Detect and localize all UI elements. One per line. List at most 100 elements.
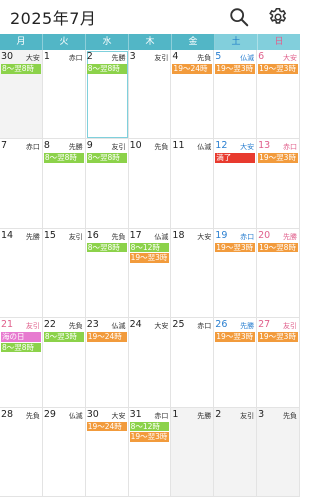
day-number: 3 <box>129 51 136 62</box>
event-chip[interactable]: 8～翌3時 <box>43 332 84 342</box>
event-chip[interactable]: 8～12時 <box>129 242 170 253</box>
day-cell[interactable]: 17 仏滅 8～12時 19～翌3時 <box>128 228 172 319</box>
day-cell[interactable]: 28 先負 <box>0 407 43 497</box>
day-cell[interactable]: 30 大安 19～24時 <box>85 407 129 497</box>
day-cell[interactable]: 2 友引 <box>214 407 258 497</box>
event-chip[interactable]: 満了 <box>215 153 256 163</box>
rokuyo-label: 大安 <box>240 143 255 152</box>
event-chip[interactable]: 19～24時 <box>86 421 127 432</box>
event-chip[interactable]: 19～翌3時 <box>129 432 170 442</box>
rokuyo-label: 先負 <box>25 411 40 420</box>
day-cell[interactable]: 11 仏滅 <box>171 139 215 229</box>
day-cell[interactable]: 1 赤口 <box>42 50 86 140</box>
day-cell[interactable]: 15 友引 <box>42 228 86 319</box>
month-title[interactable]: 2025年7月 <box>10 5 96 29</box>
event-chip[interactable]: 8～翌8時 <box>1 64 41 74</box>
day-cell[interactable]: 7 赤口 <box>0 139 43 229</box>
rokuyo-label: 先勝 <box>25 232 40 241</box>
day-number: 1 <box>43 51 50 62</box>
day-cell[interactable]: 3 友引 <box>128 50 172 140</box>
event-chip[interactable]: 8～翌8時 <box>43 153 84 163</box>
rokuyo-label: 先勝 <box>240 322 255 331</box>
app-header: 2025年7月 <box>0 0 300 34</box>
event-chip[interactable]: 19～翌3時 <box>215 64 256 74</box>
event-chip[interactable]: 8～翌8時 <box>86 153 127 163</box>
event-chip[interactable]: 8～翌8時 <box>86 242 127 253</box>
rokuyo-label: 先勝 <box>111 54 126 62</box>
day-cell[interactable]: 5 仏滅 19～翌3時 <box>214 50 258 140</box>
day-cell[interactable]: 21 友引 海の日 8～翌8時 <box>0 318 43 408</box>
day-cell[interactable]: 2 先勝 8～翌8時 <box>85 50 129 140</box>
event-chip[interactable]: 19～翌3時 <box>258 153 298 163</box>
event-chip[interactable]: 19～翌3時 <box>129 253 170 263</box>
day-cell[interactable]: 9 友引 8～翌8時 <box>85 139 129 229</box>
day-cell[interactable]: 14 先勝 <box>0 228 43 319</box>
event-chip[interactable]: 8～翌8時 <box>1 342 41 353</box>
day-cell[interactable]: 31 赤口 8～12時 19～翌3時 <box>128 407 172 497</box>
day-number: 26 <box>215 319 228 331</box>
rokuyo-label: 仏滅 <box>68 411 83 420</box>
day-number: 14 <box>1 229 14 241</box>
event-chip[interactable]: 19～翌3時 <box>258 64 298 74</box>
day-cell[interactable]: 25 赤口 <box>171 318 215 408</box>
rokuyo-label: 先負 <box>154 143 169 152</box>
gear-icon[interactable] <box>267 6 289 28</box>
rokuyo-label: 先負 <box>68 322 83 331</box>
day-cell[interactable]: 3 先負 <box>257 407 300 497</box>
event-list: 8～翌8時 <box>86 64 128 75</box>
rokuyo-label: 大安 <box>282 54 297 62</box>
day-cell[interactable]: 27 友引 19～翌3時 <box>257 318 300 408</box>
day-cell[interactable]: 20 先勝 19～翌8時 <box>257 228 300 319</box>
day-cell[interactable]: 1 先勝 <box>171 407 215 497</box>
day-number: 2 <box>86 51 93 62</box>
day-cell[interactable]: 12 大安 満了 <box>214 139 258 229</box>
rokuyo-label: 友引 <box>111 143 126 152</box>
weekday-header: 月 火 水 木 金 土 日 <box>0 34 300 50</box>
weekday-fri: 金 <box>172 34 215 50</box>
day-cell[interactable]: 6 大安 19～翌3時 <box>257 50 300 140</box>
rokuyo-label: 先勝 <box>68 143 83 152</box>
event-chip[interactable]: 8～翌8時 <box>86 64 127 74</box>
day-cell[interactable]: 10 先負 <box>128 139 172 229</box>
event-chip[interactable]: 海の日 <box>1 332 41 342</box>
event-list: 海の日 8～翌8時 <box>0 332 42 353</box>
weekday-mon: 月 <box>0 34 43 50</box>
day-number: 12 <box>215 140 228 152</box>
day-cell[interactable]: 16 先負 8～翌8時 <box>85 228 129 319</box>
rokuyo-label: 先勝 <box>282 232 297 241</box>
day-cell[interactable]: 23 仏滅 19～24時 <box>85 318 129 408</box>
rokuyo-label: 仏滅 <box>197 143 212 152</box>
day-cell[interactable]: 13 赤口 19～翌3時 <box>257 139 300 229</box>
event-chip[interactable]: 8～12時 <box>129 421 170 432</box>
search-icon[interactable] <box>228 6 250 28</box>
rokuyo-label: 赤口 <box>197 322 212 331</box>
event-list: 19～翌3時 <box>214 64 256 75</box>
day-cell[interactable]: 22 先負 8～翌3時 <box>42 318 86 408</box>
event-list: 8～翌8時 <box>0 64 42 75</box>
day-cell[interactable]: 19 赤口 19～翌3時 <box>214 228 258 319</box>
day-number: 4 <box>172 51 179 62</box>
day-number: 8 <box>43 140 50 152</box>
day-cell[interactable]: 29 仏滅 <box>42 407 86 497</box>
day-cell[interactable]: 30 大安 8～翌8時 <box>0 50 43 140</box>
event-chip[interactable]: 19～翌3時 <box>215 332 256 342</box>
day-cell[interactable]: 26 先勝 19～翌3時 <box>214 318 258 408</box>
event-chip[interactable]: 19～翌3時 <box>215 242 256 253</box>
weekday-sat: 土 <box>215 34 258 50</box>
rokuyo-label: 友引 <box>240 411 255 420</box>
day-cell[interactable]: 18 大安 <box>171 228 215 319</box>
day-cell[interactable]: 4 先負 19～24時 <box>171 50 215 140</box>
event-chip[interactable]: 19～24時 <box>86 332 127 342</box>
event-chip[interactable]: 19～翌8時 <box>258 242 298 253</box>
weekday-sun: 日 <box>258 34 300 50</box>
rokuyo-label: 先負 <box>197 54 212 62</box>
event-chip[interactable]: 19～24時 <box>172 64 213 74</box>
day-number: 5 <box>215 51 222 62</box>
event-chip[interactable]: 19～翌3時 <box>258 332 298 342</box>
month-grid: 30 大安 8～翌8時 1 赤口 2 先勝 8～翌8時 3 友引 4 先負 19～24時 5 仏滅 19～翌3… <box>0 50 300 497</box>
event-list: 19～翌3時 <box>257 64 299 75</box>
event-list: 8～12時 19～翌3時 <box>129 242 171 264</box>
day-cell[interactable]: 24 大安 <box>128 318 172 408</box>
day-cell[interactable]: 8 先勝 8～翌8時 <box>42 139 86 229</box>
day-number: 18 <box>172 229 185 241</box>
